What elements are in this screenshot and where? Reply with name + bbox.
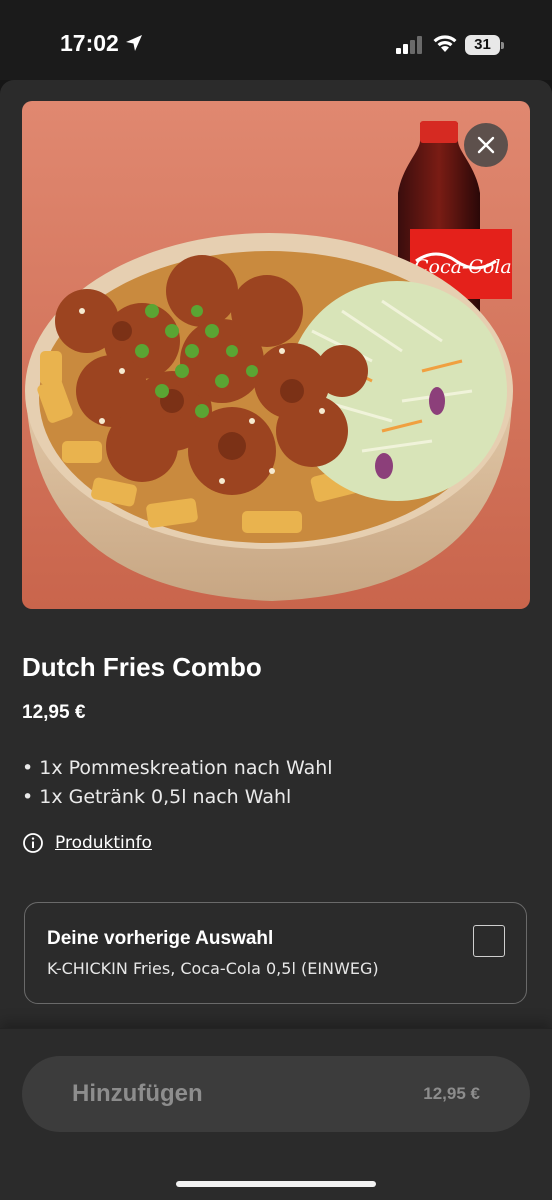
add-to-cart-label: Hinzufügen xyxy=(72,1080,203,1107)
status-bar: 17:02 31 xyxy=(0,0,552,80)
battery-tip xyxy=(501,42,504,49)
wifi-icon xyxy=(433,35,457,52)
description-line: • 1x Getränk 0,5l nach Wahl xyxy=(22,786,292,808)
product-description: • 1x Pommeskreation nach Wahl • 1x Geträ… xyxy=(22,754,333,812)
previous-selection-card[interactable]: Deine vorherige Auswahl K-CHICKIN Fries,… xyxy=(24,902,527,1004)
close-icon xyxy=(477,136,495,154)
product-info-link[interactable]: Produktinfo xyxy=(55,833,152,853)
home-indicator[interactable] xyxy=(176,1181,376,1187)
battery-level: 31 xyxy=(465,35,500,55)
product-image: Coca-Cola xyxy=(22,101,530,609)
info-circle-icon xyxy=(23,833,43,853)
close-button[interactable] xyxy=(464,123,508,167)
product-info-row[interactable]: Produktinfo xyxy=(22,830,152,856)
product-photo: Coca-Cola xyxy=(22,101,530,609)
battery-indicator: 31 xyxy=(465,35,504,55)
previous-selection-checkbox[interactable] xyxy=(473,925,505,957)
previous-selection-items: K-CHICKIN Fries, Coca-Cola 0,5l (EINWEG) xyxy=(47,959,379,978)
location-arrow-icon xyxy=(126,35,142,51)
product-price: 12,95 € xyxy=(22,702,86,723)
add-to-cart-button[interactable]: Hinzufügen 12,95 € xyxy=(22,1056,530,1132)
bottom-action-bar: Hinzufügen 12,95 € xyxy=(0,1028,552,1200)
add-to-cart-price: 12,95 € xyxy=(423,1084,480,1103)
status-time: 17:02 xyxy=(60,30,119,56)
previous-selection-title: Deine vorherige Auswahl xyxy=(47,928,274,949)
cellular-signal-icon xyxy=(396,36,422,54)
product-title: Dutch Fries Combo xyxy=(22,652,262,682)
description-line: • 1x Pommeskreation nach Wahl xyxy=(22,757,333,779)
product-sheet: Coca-Cola Dutch Fries Combo 12,95 € • 1x… xyxy=(0,80,552,1200)
